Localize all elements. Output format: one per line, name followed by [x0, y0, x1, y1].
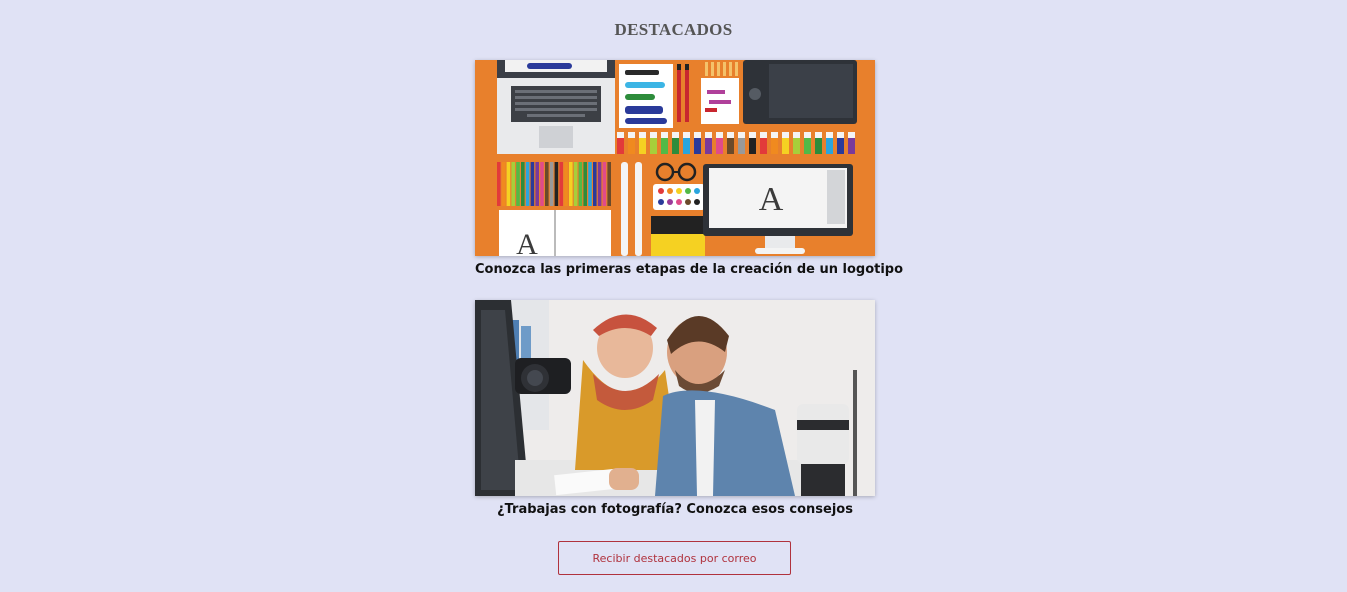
- colored-pencil: [578, 162, 583, 206]
- paint-tube-cap: [782, 132, 789, 138]
- svg-text:A: A: [516, 228, 538, 256]
- design-tools-illustration: A A: [475, 60, 875, 256]
- paint-tube: [694, 138, 701, 154]
- paint-tube-cap: [705, 132, 712, 138]
- colored-pencil: [530, 162, 535, 206]
- post-title-link[interactable]: ¿Trabajas con fotografía? Conozca esos c…: [475, 502, 875, 517]
- colored-pencil: [511, 162, 515, 206]
- paint-tube: [782, 138, 789, 154]
- colored-pencil: [602, 162, 607, 206]
- paint-tube: [716, 138, 723, 154]
- colored-pencil: [506, 162, 511, 206]
- svg-text:A: A: [759, 181, 784, 218]
- paint-tube: [628, 138, 635, 154]
- paint-tube-cap: [727, 132, 734, 138]
- colored-pencil: [564, 162, 568, 206]
- paint-tube: [738, 138, 745, 154]
- paint-tube-cap: [694, 132, 701, 138]
- paint-tube: [727, 138, 734, 154]
- paint-tube: [771, 138, 778, 154]
- paint-tube: [826, 138, 833, 154]
- colored-pencil: [554, 162, 559, 206]
- paint-tube-cap: [672, 132, 679, 138]
- paint-tube-cap: [760, 132, 767, 138]
- paint-tube-cap: [837, 132, 844, 138]
- paint-tube: [848, 138, 855, 154]
- colored-pencil: [559, 162, 563, 206]
- post-thumbnail-design-tools[interactable]: A A: [475, 60, 875, 256]
- paint-tube-cap: [661, 132, 668, 138]
- colored-pencil: [607, 162, 611, 206]
- paint-tube: [672, 138, 679, 154]
- paint-tube-cap: [804, 132, 811, 138]
- paint-tube-cap: [683, 132, 690, 138]
- featured-post-card: ¿Trabajas con fotografía? Conozca esos c…: [475, 300, 875, 517]
- colored-pencil: [545, 162, 549, 206]
- paint-tube-cap: [617, 132, 624, 138]
- paint-tube: [837, 138, 844, 154]
- colored-pencil: [521, 162, 525, 206]
- paint-tube: [815, 138, 822, 154]
- paint-tube-cap: [793, 132, 800, 138]
- paint-tube-cap: [628, 132, 635, 138]
- paint-tube: [793, 138, 800, 154]
- paint-tube-cap: [639, 132, 646, 138]
- colored-pencil: [549, 162, 554, 206]
- paint-tube-cap: [826, 132, 833, 138]
- post-title-link[interactable]: Conozca las primeras etapas de la creaci…: [475, 262, 903, 277]
- colored-pencil: [525, 162, 530, 206]
- paint-tube-cap: [815, 132, 822, 138]
- paint-tube: [650, 138, 657, 154]
- paint-tube: [617, 138, 624, 154]
- paint-tube: [705, 138, 712, 154]
- paint-tube-cap: [749, 132, 756, 138]
- paint-tube-cap: [771, 132, 778, 138]
- colored-pencil: [588, 162, 592, 206]
- colored-pencil: [597, 162, 602, 206]
- paint-tube: [760, 138, 767, 154]
- featured-post-card: A A Conozca las primeras etapas de la cr…: [475, 60, 903, 277]
- section-title: DESTACADOS: [614, 20, 733, 39]
- paint-tube-cap: [738, 132, 745, 138]
- paint-tube: [749, 138, 756, 154]
- colored-pencil: [583, 162, 587, 206]
- colored-pencil: [501, 162, 506, 206]
- post-thumbnail-photography[interactable]: [475, 300, 875, 496]
- paint-tube: [661, 138, 668, 154]
- photographers-photo: [475, 300, 875, 496]
- paint-tube: [683, 138, 690, 154]
- subscribe-email-button[interactable]: Recibir destacados por correo: [558, 541, 791, 575]
- colored-pencil: [569, 162, 573, 206]
- colored-pencil: [573, 162, 578, 206]
- colored-pencil: [516, 162, 520, 206]
- colored-pencil: [497, 162, 501, 206]
- colored-pencil: [535, 162, 539, 206]
- paint-tube-cap: [650, 132, 657, 138]
- paint-tube: [639, 138, 646, 154]
- paint-tube-cap: [716, 132, 723, 138]
- colored-pencil: [593, 162, 597, 206]
- colored-pencil: [540, 162, 544, 206]
- paint-tube-cap: [848, 132, 855, 138]
- paint-tube: [804, 138, 811, 154]
